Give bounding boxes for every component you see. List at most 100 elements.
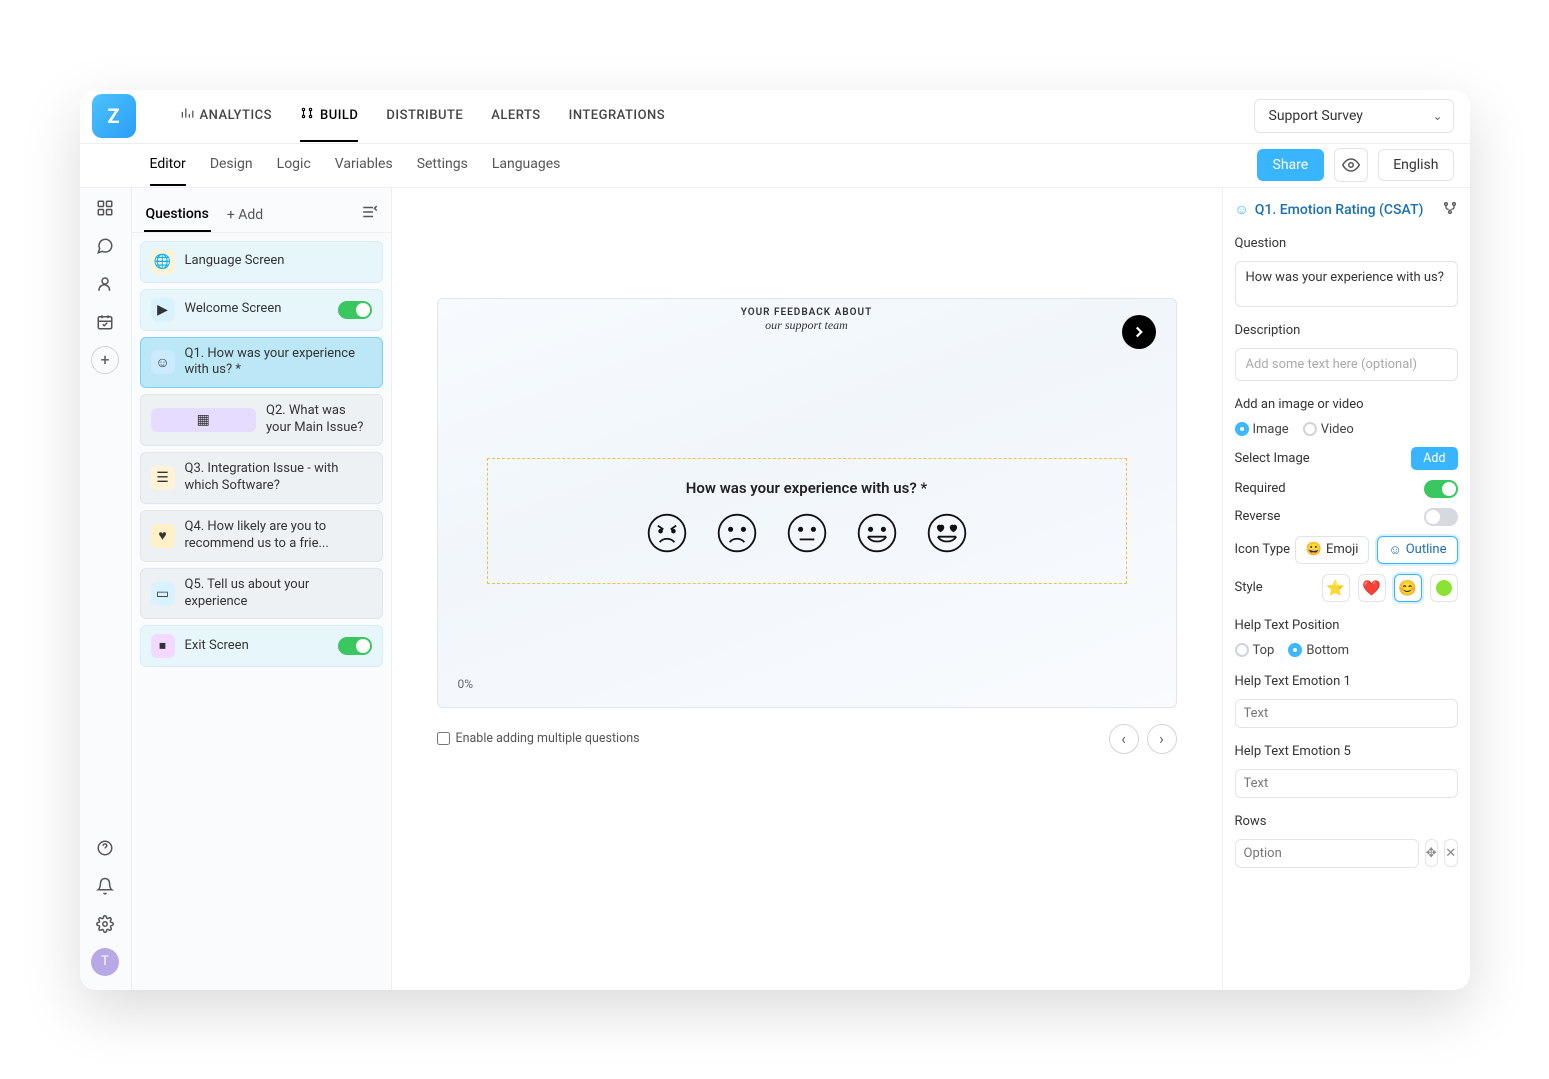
- qitem-q2[interactable]: ▦ Q2. What was your Main Issue?: [140, 394, 383, 446]
- help5-label: Help Text Emotion 5: [1235, 744, 1458, 759]
- rail-calendar-icon[interactable]: [91, 308, 119, 336]
- icon-type-row: Icon Type 😀 Emoji ☺ Outline: [1235, 536, 1458, 564]
- qitem-welcome-label: Welcome Screen: [185, 301, 328, 318]
- reverse-toggle[interactable]: [1424, 508, 1458, 526]
- branch-icon[interactable]: [1442, 200, 1458, 220]
- style-smile[interactable]: 😊: [1394, 574, 1422, 602]
- preview-progress: 0%: [458, 677, 474, 691]
- reverse-row: Reverse: [1235, 508, 1458, 526]
- survey-selector[interactable]: Support Survey ⌄: [1254, 99, 1454, 133]
- nav-alerts-label: ALERTS: [491, 108, 540, 123]
- rail-dashboard-icon[interactable]: [91, 194, 119, 222]
- media-image-label: Image: [1253, 422, 1289, 437]
- help-pos-top-label: Top: [1253, 643, 1275, 658]
- subnav-settings[interactable]: Settings: [417, 144, 468, 186]
- enable-multi-checkbox[interactable]: Enable adding multiple questions: [437, 731, 640, 746]
- qitem-q4[interactable]: ♥ Q4. How likely are you to recommend us…: [140, 510, 383, 562]
- style-heart[interactable]: ❤️: [1358, 574, 1386, 602]
- subnav-editor[interactable]: Editor: [150, 144, 186, 186]
- rail-help-icon[interactable]: [91, 834, 119, 862]
- rail-gear-icon[interactable]: [91, 910, 119, 938]
- qitem-exit[interactable]: ⏹ Exit Screen: [140, 625, 383, 667]
- subnav-design[interactable]: Design: [210, 144, 253, 186]
- prev-question-button[interactable]: ‹: [1109, 724, 1139, 754]
- help-pos-bottom[interactable]: Bottom: [1288, 643, 1349, 658]
- nav-build[interactable]: BUILD: [300, 90, 358, 142]
- subbar: Editor Design Logic Variables Settings L…: [80, 144, 1470, 188]
- nav-analytics[interactable]: ANALYTICS: [180, 90, 273, 142]
- exit-toggle[interactable]: [338, 637, 372, 655]
- required-toggle[interactable]: [1424, 480, 1458, 498]
- subnav-variables[interactable]: Variables: [335, 144, 393, 186]
- media-image-radio[interactable]: Image: [1235, 422, 1289, 437]
- preview-question-box[interactable]: How was your experience with us? *: [487, 458, 1127, 584]
- description-input[interactable]: Add some text here (optional): [1235, 348, 1458, 381]
- qitem-language-label: Language Screen: [185, 253, 372, 270]
- icon-type-outline[interactable]: ☺ Outline: [1377, 536, 1457, 564]
- question-panel: Questions + Add 🌐 Language Screen ▶ Welc…: [132, 188, 392, 990]
- preview-next-button[interactable]: [1122, 315, 1156, 349]
- nav-alerts[interactable]: ALERTS: [491, 90, 540, 142]
- next-question-button[interactable]: ›: [1147, 724, 1177, 754]
- help-pos-top[interactable]: Top: [1235, 643, 1275, 658]
- preview-body: How was your experience with us? *: [438, 335, 1176, 707]
- style-star[interactable]: ⭐: [1322, 574, 1350, 602]
- row-option-1: ✥ ✕: [1235, 839, 1458, 868]
- emotion-neutral-icon[interactable]: [785, 511, 829, 555]
- share-button[interactable]: Share: [1257, 149, 1325, 181]
- rail-bell-icon[interactable]: [91, 872, 119, 900]
- rail-add-button[interactable]: +: [91, 346, 119, 374]
- preview-question-text: How was your experience with us? *: [548, 479, 1066, 497]
- properties-panel: ☺ Q1. Emotion Rating (CSAT) Question How…: [1222, 188, 1470, 990]
- row-remove-button[interactable]: ✕: [1444, 839, 1458, 867]
- nav-integrations-label: INTEGRATIONS: [569, 108, 666, 123]
- qitem-exit-label: Exit Screen: [185, 638, 328, 655]
- qitem-q5-label: Q5. Tell us about your experience: [185, 577, 372, 611]
- chevron-down-icon: ⌄: [1432, 109, 1442, 123]
- rows-label: Rows: [1235, 814, 1458, 829]
- qitem-q3[interactable]: ☰ Q3. Integration Issue - with which Sof…: [140, 452, 383, 504]
- nav-distribute[interactable]: DISTRIBUTE: [386, 90, 463, 142]
- history-icon[interactable]: [361, 203, 379, 226]
- rail-chat-icon[interactable]: [91, 232, 119, 260]
- icon-type-label: Icon Type: [1235, 542, 1291, 557]
- row-option-input[interactable]: [1235, 839, 1419, 868]
- welcome-toggle[interactable]: [338, 301, 372, 319]
- question-input[interactable]: How was your experience with us?: [1235, 261, 1458, 307]
- add-image-button[interactable]: Add: [1411, 447, 1457, 470]
- emotion-sad-icon[interactable]: [715, 511, 759, 555]
- nav-integrations[interactable]: INTEGRATIONS: [569, 90, 666, 142]
- emotion-happy-icon[interactable]: [855, 511, 899, 555]
- emotion-angry-icon[interactable]: [645, 511, 689, 555]
- subnav-languages[interactable]: Languages: [492, 144, 561, 186]
- qitem-q1[interactable]: ☺ Q1. How was your experience with us? *: [140, 337, 383, 389]
- emotion-icon: ☺: [151, 350, 175, 374]
- tab-add[interactable]: + Add: [225, 199, 265, 231]
- row-drag-handle[interactable]: ✥: [1425, 839, 1439, 867]
- emotion-love-icon[interactable]: [925, 511, 969, 555]
- style-dot[interactable]: [1430, 574, 1458, 602]
- question-field-label: Question: [1235, 236, 1458, 251]
- language-selector[interactable]: English: [1378, 149, 1453, 181]
- subnav-logic[interactable]: Logic: [277, 144, 311, 186]
- app-frame: Z ANALYTICS BUILD DISTRIBUTE ALERTS INTE…: [80, 90, 1470, 990]
- qitem-language[interactable]: 🌐 Language Screen: [140, 241, 383, 283]
- enable-multi-checkbox-input[interactable]: [437, 732, 450, 745]
- user-avatar[interactable]: T: [91, 948, 119, 976]
- preview-button[interactable]: [1334, 148, 1368, 182]
- left-rail: + T: [80, 188, 132, 990]
- media-video-radio[interactable]: Video: [1303, 422, 1354, 437]
- properties-title: Q1. Emotion Rating (CSAT): [1255, 202, 1424, 218]
- tab-questions[interactable]: Questions: [144, 198, 211, 232]
- help-pos-label: Help Text Position: [1235, 618, 1458, 633]
- qitem-q5[interactable]: ▭ Q5. Tell us about your experience: [140, 568, 383, 620]
- icon-type-emoji[interactable]: 😀 Emoji: [1295, 536, 1370, 564]
- qitem-welcome[interactable]: ▶ Welcome Screen: [140, 289, 383, 331]
- help1-input[interactable]: [1235, 699, 1458, 728]
- qitem-q3-label: Q3. Integration Issue - with which Softw…: [185, 461, 372, 495]
- help5-input[interactable]: [1235, 769, 1458, 798]
- app-logo[interactable]: Z: [92, 94, 136, 138]
- qitem-q2-label: Q2. What was your Main Issue?: [266, 403, 372, 437]
- rail-person-icon[interactable]: [91, 270, 119, 298]
- question-list: 🌐 Language Screen ▶ Welcome Screen ☺ Q1.…: [132, 233, 391, 676]
